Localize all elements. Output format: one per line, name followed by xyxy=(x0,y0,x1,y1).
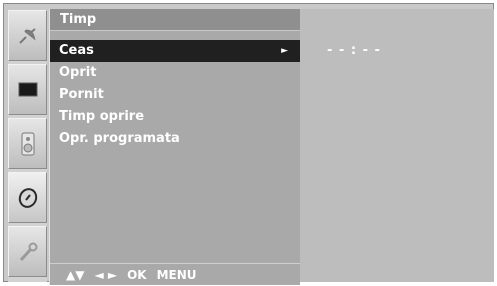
menu-item-timp-oprire[interactable]: Timp oprire xyxy=(50,106,300,128)
satellite-dish-icon xyxy=(18,27,36,44)
menu-item-label: Pornit xyxy=(59,87,104,102)
picture-menu-button[interactable] xyxy=(8,64,47,115)
ok-hint: OK xyxy=(127,267,147,282)
menu-category-strip xyxy=(8,10,47,282)
menu-item-opr-programata[interactable]: Opr. programata xyxy=(50,128,300,150)
screen-icon xyxy=(18,82,37,96)
menu-item-label: Opr. programata xyxy=(59,131,180,146)
time-menu-button[interactable] xyxy=(8,172,47,223)
menu-item-label: Oprit xyxy=(59,65,97,80)
menu-item-label: Ceas xyxy=(59,43,94,58)
wrench-icon xyxy=(19,242,37,261)
sound-menu-button[interactable] xyxy=(8,118,47,169)
updown-arrows-icon: ▲▼ xyxy=(66,267,85,282)
menu-item-oprit[interactable]: Oprit xyxy=(50,62,300,84)
time-menu-panel: Timp Ceas ► Oprit Pornit Timp oprire Opr… xyxy=(49,9,302,285)
clock-icon xyxy=(18,187,37,208)
menu-item-ceas[interactable]: Ceas ► xyxy=(50,40,302,62)
menu-list: Ceas ► Oprit Pornit Timp oprire Opr. pro… xyxy=(50,40,302,150)
station-menu-button[interactable] xyxy=(8,10,47,61)
menu-hint: MENU xyxy=(156,267,197,282)
clock-value-panel: - - : - - xyxy=(300,9,494,282)
menu-item-label: Timp oprire xyxy=(59,109,145,124)
leftright-arrows-icon: ◄ ► xyxy=(94,267,118,282)
submenu-arrow-icon: ► xyxy=(281,46,288,56)
navigation-help-bar: ▲▼ ◄ ► OK MENU xyxy=(50,263,300,285)
menu-title: Timp xyxy=(50,9,300,31)
menu-item-pornit[interactable]: Pornit xyxy=(50,84,300,106)
speaker-icon xyxy=(21,132,34,155)
setup-menu-button[interactable] xyxy=(8,226,47,277)
clock-time-value[interactable]: - - : - - xyxy=(327,43,381,58)
